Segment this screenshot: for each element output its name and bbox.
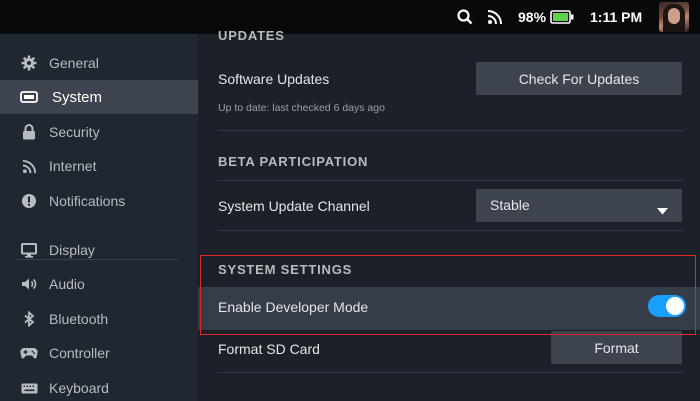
divider xyxy=(218,230,684,231)
avatar[interactable] xyxy=(659,2,689,32)
section-heading-updates: UPDATES xyxy=(218,28,285,43)
bluetooth-icon xyxy=(20,310,38,328)
sidebar-item-controller[interactable]: Controller xyxy=(0,336,198,370)
sidebar-item-general[interactable]: General xyxy=(0,46,198,80)
sidebar-item-label: Keyboard xyxy=(49,380,109,396)
system-icon xyxy=(20,88,38,106)
sidebar-item-label: Security xyxy=(49,124,100,140)
wifi-icon xyxy=(487,9,503,30)
status-bar: 98% 1:11 PM xyxy=(0,0,700,34)
sidebar-item-audio[interactable]: Audio xyxy=(0,267,198,301)
section-heading-beta: BETA PARTICIPATION xyxy=(218,154,369,169)
speaker-icon xyxy=(20,275,38,293)
update-channel-label: System Update Channel xyxy=(218,198,370,214)
search-icon[interactable] xyxy=(457,9,473,30)
battery-percent: 98% xyxy=(518,9,547,25)
clock: 1:11 PM xyxy=(590,9,643,25)
update-status-text: Up to date: last checked 6 days ago xyxy=(218,102,385,114)
divider xyxy=(218,372,684,373)
info-icon xyxy=(20,192,38,210)
software-updates-label: Software Updates xyxy=(218,71,330,87)
sidebar-item-internet[interactable]: Internet xyxy=(0,149,198,183)
format-sd-label: Format SD Card xyxy=(218,341,320,357)
monitor-icon xyxy=(20,241,38,259)
check-for-updates-button[interactable]: Check For Updates xyxy=(476,62,682,95)
divider xyxy=(218,180,684,181)
format-button[interactable]: Format xyxy=(551,331,682,364)
sidebar-item-label: Notifications xyxy=(49,193,126,209)
sidebar-item-security[interactable]: Security xyxy=(0,115,198,149)
keyboard-icon xyxy=(20,379,38,397)
sidebar-item-label: System xyxy=(52,88,103,106)
sidebar-item-label: Controller xyxy=(49,345,110,361)
lock-icon xyxy=(20,123,38,141)
sidebar-item-label: General xyxy=(49,55,99,71)
gear-icon xyxy=(20,54,38,72)
sidebar-item-system[interactable]: System xyxy=(0,80,198,114)
highlight-box xyxy=(200,255,696,335)
sidebar-item-keyboard[interactable]: Keyboard xyxy=(0,371,198,401)
sidebar-item-notifications[interactable]: Notifications xyxy=(0,184,198,218)
update-channel-select[interactable]: Stable xyxy=(476,189,682,222)
sidebar-item-label: Display xyxy=(49,242,95,258)
settings-content: UPDATES Software Updates Check For Updat… xyxy=(198,28,700,401)
gamepad-icon xyxy=(20,344,38,362)
update-channel-value: Stable xyxy=(490,197,530,213)
wifi-icon xyxy=(20,157,38,175)
battery-icon xyxy=(550,10,574,29)
chevron-down-icon xyxy=(657,202,668,218)
avatar-face xyxy=(668,8,680,24)
divider xyxy=(218,130,684,131)
sidebar-item-display[interactable]: Display xyxy=(0,233,198,267)
sidebar-item-label: Audio xyxy=(49,276,85,292)
sidebar-item-label: Internet xyxy=(49,158,97,174)
sidebar: General System Security Internet Notific… xyxy=(0,34,198,401)
sidebar-item-label: Bluetooth xyxy=(49,311,109,327)
sidebar-item-bluetooth[interactable]: Bluetooth xyxy=(0,302,198,336)
